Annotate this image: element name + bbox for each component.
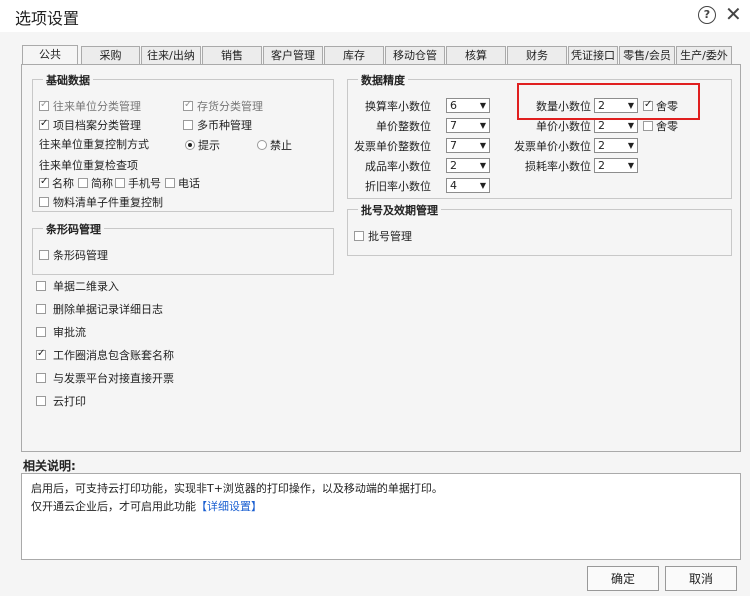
phone-checkbox[interactable]: [165, 178, 175, 188]
multi-currency-checkbox[interactable]: [183, 120, 193, 130]
batch-checkbox[interactable]: [354, 231, 364, 241]
tab-sales[interactable]: 销售: [202, 46, 262, 64]
description-line-2-text: 仅开通云企业后，才可启用此功能: [31, 500, 196, 513]
delete-log-checkbox[interactable]: [36, 304, 46, 314]
invoice-platform-checkbox[interactable]: [36, 373, 46, 383]
radio-forbid[interactable]: [257, 140, 267, 150]
qr-entry-checkbox[interactable]: [36, 281, 46, 291]
dup-check-label: 往来单位重复检查项: [39, 159, 138, 172]
partner-class-label: 往来单位分类管理: [53, 100, 141, 113]
workcircle-label: 工作圈消息包含账套名称: [53, 349, 174, 362]
qr-entry-label: 单据二维录入: [53, 280, 119, 293]
description-box: 启用后，可支持云打印功能，实现非T+浏览器的打印操作，以及移动端的单据打印。 仅…: [21, 473, 741, 560]
invoice-platform-label: 与发票平台对接直接开票: [53, 372, 174, 385]
chevron-down-icon: ▼: [479, 161, 486, 170]
barcode-title: 条形码管理: [43, 221, 104, 237]
cloud-print-label: 云打印: [53, 395, 86, 408]
partner-class-checkbox[interactable]: [39, 99, 49, 111]
close-icon[interactable]: ✕: [725, 2, 742, 26]
precision-left-label-2: 发票单价整数位: [354, 140, 431, 153]
chevron-down-icon: ▼: [627, 141, 634, 150]
chevron-down-icon: ▼: [479, 121, 486, 130]
conversion-decimal-select[interactable]: 6 ▼: [446, 98, 490, 113]
logistics-label: 物料清单子件重复控制: [53, 196, 163, 209]
window-title: 选项设置: [15, 9, 80, 28]
description-line-2: 仅开通云企业后，才可启用此功能【详细设置】: [31, 498, 262, 514]
tab-customer[interactable]: 客户管理: [263, 46, 323, 64]
radio-forbid-label: 禁止: [270, 139, 292, 152]
tab-finance[interactable]: 财务: [507, 46, 567, 64]
basic-data-group: 基础数据 往来单位分类管理 存货分类管理 项目档案分类管理 多币种管理 往来单位…: [32, 72, 334, 212]
content-panel: 基础数据 往来单位分类管理 存货分类管理 项目档案分类管理 多币种管理 往来单位…: [21, 64, 741, 452]
inventory-class-label: 存货分类管理: [197, 100, 263, 113]
unit-price-int-select[interactable]: 7 ▼: [446, 118, 490, 133]
round-checkbox-2[interactable]: [643, 121, 653, 131]
name-checkbox[interactable]: [39, 176, 49, 188]
help-icon[interactable]: ?: [698, 6, 716, 24]
approval-label: 审批流: [53, 326, 86, 339]
invoice-price-int-select[interactable]: 7 ▼: [446, 138, 490, 153]
mobile-label: 手机号: [128, 177, 161, 190]
loss-decimal-select[interactable]: 2 ▼: [594, 158, 638, 173]
project-class-checkbox[interactable]: [39, 118, 49, 130]
abbr-checkbox[interactable]: [78, 178, 88, 188]
barcode-group: 条形码管理 条形码管理: [32, 221, 334, 275]
dup-method-label: 往来单位重复控制方式: [39, 138, 149, 151]
barcode-label: 条形码管理: [53, 249, 108, 262]
mobile-checkbox[interactable]: [115, 178, 125, 188]
batch-group: 批号及效期管理 批号管理: [347, 202, 732, 256]
tab-common[interactable]: 公共: [22, 45, 78, 65]
highlight-box: [517, 83, 700, 120]
yield-decimal-select[interactable]: 2 ▼: [446, 158, 490, 173]
logistics-checkbox[interactable]: [39, 197, 49, 207]
precision-right-label-3: 损耗率小数位: [525, 160, 591, 173]
batch-title: 批号及效期管理: [358, 202, 441, 218]
name-label: 名称: [52, 177, 74, 190]
multi-currency-label: 多币种管理: [197, 119, 252, 132]
cancel-button[interactable]: 取消: [665, 566, 737, 591]
tab-production[interactable]: 生产/委外: [676, 46, 732, 64]
tab-stock[interactable]: 库存: [324, 46, 384, 64]
chevron-down-icon: ▼: [479, 101, 486, 110]
tab-payables[interactable]: 往来/出纳: [141, 46, 201, 64]
invoice-price-decimal-select[interactable]: 2 ▼: [594, 138, 638, 153]
phone-label: 电话: [178, 177, 200, 190]
precision-left-label-3: 成品率小数位: [365, 160, 431, 173]
unit-price-decimal-select[interactable]: 2 ▼: [594, 118, 638, 133]
tab-retail[interactable]: 零售/会员: [619, 46, 675, 64]
tab-purchase[interactable]: 采购: [81, 46, 140, 64]
chevron-down-icon: ▼: [479, 181, 486, 190]
chevron-down-icon: ▼: [627, 121, 634, 130]
barcode-checkbox[interactable]: [39, 250, 49, 260]
approval-checkbox[interactable]: [36, 327, 46, 337]
inventory-class-checkbox[interactable]: [183, 99, 193, 111]
cloud-print-checkbox[interactable]: [36, 396, 46, 406]
radio-prompt[interactable]: [185, 140, 195, 150]
workcircle-checkbox[interactable]: [36, 348, 46, 360]
round-label-2: 舍零: [656, 120, 678, 133]
title-bar: [0, 0, 750, 32]
abbr-label: 简称: [91, 177, 113, 190]
tab-voucher[interactable]: 凭证接口: [568, 46, 618, 64]
detail-settings-link[interactable]: 【详细设置】: [196, 500, 262, 513]
ok-button[interactable]: 确定: [587, 566, 659, 591]
precision-left-label-1: 单价整数位: [376, 120, 431, 133]
radio-prompt-label: 提示: [198, 139, 220, 152]
precision-title: 数据精度: [358, 72, 408, 88]
tab-accounting[interactable]: 核算: [446, 46, 506, 64]
chevron-down-icon: ▼: [627, 161, 634, 170]
depreciation-decimal-select[interactable]: 4 ▼: [446, 178, 490, 193]
project-class-label: 项目档案分类管理: [53, 119, 141, 132]
precision-right-label-1: 单价小数位: [536, 120, 591, 133]
chevron-down-icon: ▼: [479, 141, 486, 150]
precision-left-label-4: 折旧率小数位: [365, 180, 431, 193]
tab-mobile-warehouse[interactable]: 移动仓管: [385, 46, 445, 64]
basic-data-title: 基础数据: [43, 72, 93, 88]
precision-left-label-0: 换算率小数位: [365, 100, 431, 113]
description-title: 相关说明:: [23, 459, 76, 473]
delete-log-label: 删除单据记录详细日志: [53, 303, 163, 316]
precision-right-label-2: 发票单价小数位: [514, 140, 591, 153]
description-line-1: 启用后，可支持云打印功能，实现非T+浏览器的打印操作，以及移动端的单据打印。: [31, 482, 443, 495]
batch-label: 批号管理: [368, 230, 412, 243]
